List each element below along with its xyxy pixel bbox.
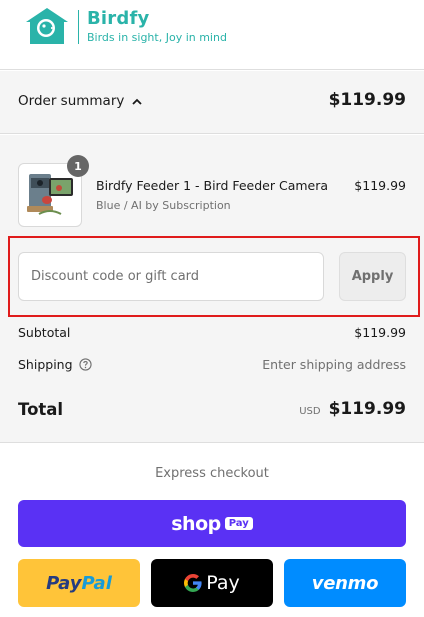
item-title: Birdfy Feeder 1 - Bird Feeder Camera xyxy=(96,178,329,193)
shipping-value: Enter shipping address xyxy=(262,357,406,372)
total-value: $119.99 xyxy=(328,399,406,419)
discount-code-input[interactable] xyxy=(18,252,324,301)
google-g-icon xyxy=(184,574,202,592)
paypal-wordmark-part1: Pay xyxy=(46,572,82,594)
order-summary-label: Order summary xyxy=(18,93,125,109)
item-variant: Blue / AI by Subscription xyxy=(96,199,231,212)
google-pay-label: Pay xyxy=(206,572,240,594)
summary-total: $119.99 xyxy=(328,90,406,110)
currency-code: USD xyxy=(299,406,321,417)
subtotal-row: Subtotal xyxy=(18,325,70,340)
paypal-button[interactable]: PayPal xyxy=(18,559,140,607)
paypal-wordmark: PayPal xyxy=(46,573,112,594)
paypal-wordmark-part2: Pal xyxy=(81,572,112,594)
chevron-up-icon xyxy=(132,98,142,105)
order-summary-toggle[interactable]: Order summary xyxy=(18,93,142,109)
apply-discount-button[interactable]: Apply xyxy=(339,252,406,301)
header: Birdfy Birds in sight, Joy in mind xyxy=(0,0,424,70)
subtotal-value: $119.99 xyxy=(354,325,406,340)
shop-pay-wordmark: shop xyxy=(171,512,221,535)
google-pay-wordmark: Pay xyxy=(184,572,240,594)
google-pay-button[interactable]: Pay xyxy=(151,559,273,607)
product-thumbnail: 1 xyxy=(18,155,89,227)
venmo-wordmark: venmo xyxy=(311,572,379,594)
order-summary-bar: Order summary $119.99 xyxy=(0,71,424,134)
help-circle-icon[interactable] xyxy=(78,358,92,371)
shipping-row: Shipping xyxy=(18,357,92,372)
logo-divider xyxy=(78,10,79,44)
brand-tagline: Birds in sight, Joy in mind xyxy=(87,31,227,44)
item-price: $119.99 xyxy=(354,178,406,193)
shop-pay-button[interactable]: shop Pay xyxy=(18,500,406,547)
total-amount: USD $119.99 xyxy=(299,399,406,419)
birdfy-logo-icon[interactable] xyxy=(24,6,70,46)
express-checkout-title: Express checkout xyxy=(155,466,269,481)
total-label: Total xyxy=(18,400,64,419)
shop-pay-pill: Pay xyxy=(224,517,253,530)
subtotal-label: Subtotal xyxy=(18,325,71,340)
shipping-label: Shipping xyxy=(18,357,73,372)
order-details: 1 Birdfy Feeder 1 - Bird Feeder Camera B… xyxy=(0,135,424,443)
brand-name[interactable]: Birdfy xyxy=(87,8,149,29)
quantity-badge: 1 xyxy=(67,155,89,177)
venmo-button[interactable]: venmo xyxy=(284,559,406,607)
